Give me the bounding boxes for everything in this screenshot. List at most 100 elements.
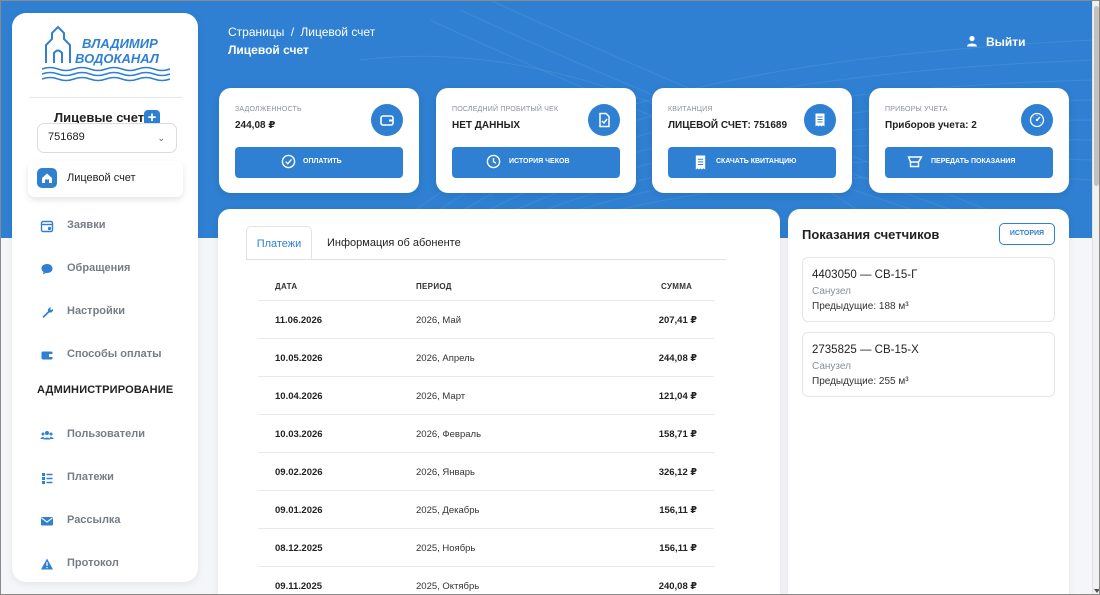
page-scrollbar[interactable] — [1092, 0, 1100, 595]
column-header-sum: СУММА — [661, 282, 693, 291]
cell-period: 2025, Ноябрь — [416, 543, 476, 554]
cell-date: 10.05.2026 — [275, 353, 323, 364]
sidebar-item-payments[interactable]: Платежи — [28, 463, 183, 493]
receipt-icon — [695, 155, 706, 170]
meter-previous: Предыдущие: 188 м³ — [812, 301, 909, 312]
download-receipt-label: СКАЧАТЬ КВИТАНЦИЮ — [716, 158, 797, 165]
page-title: Лицевой счет — [228, 43, 309, 57]
debt-card: ЗАДОЛЖЕННОСТЬ 244,08 ₽ ОПЛАТИТЬ — [219, 88, 419, 193]
breadcrumb: Страницы / Лицевой счет — [228, 25, 375, 39]
sidebar-item-label: Лицевой счет — [67, 172, 136, 184]
payments-panel: Платежи Информация об абоненте ДАТА ПЕРИ… — [218, 209, 780, 595]
cell-sum: 240,08 ₽ — [658, 581, 697, 592]
sidebar-item-label: Обращения — [67, 262, 131, 274]
cell-date: 09.01.2026 — [275, 505, 323, 516]
sidebar-item-mailing[interactable]: Рассылка — [28, 506, 183, 536]
meter-name: 2735825 — СВ-15-Х — [812, 344, 919, 356]
list-icon — [42, 473, 53, 484]
cell-sum: 156,11 ₽ — [659, 505, 697, 516]
card-value: 244,08 ₽ — [235, 120, 276, 131]
card-value: НЕТ ДАННЫХ — [452, 120, 521, 131]
check-history-label: ИСТОРИЯ ЧЕКОВ — [509, 158, 570, 165]
card-label: ПРИБОРЫ УЧЕТА — [885, 106, 948, 113]
table-row: 09.02.2026 2026, Январь 326,12 ₽ — [258, 453, 714, 491]
chevron-down-icon: ⌄ — [157, 133, 165, 143]
cell-date: 09.02.2026 — [275, 467, 323, 478]
chat-icon — [41, 264, 53, 275]
table-row: 09.01.2026 2025, Декабрь 156,11 ₽ — [258, 491, 714, 529]
cell-period: 2025, Декабрь — [416, 505, 480, 516]
sidebar-item-payment-methods[interactable]: Способы оплаты — [28, 340, 183, 370]
meter-name: 4403050 — СВ-15-Г — [812, 269, 918, 281]
receipt-card: КВИТАНЦИЯ ЛИЦЕВОЙ СЧЕТ: 751689 СКАЧАТЬ К… — [652, 88, 852, 193]
sidebar-item-users[interactable]: Пользователи — [28, 420, 183, 450]
readings-history-button[interactable]: ИСТОРИЯ — [999, 223, 1055, 245]
home-icon — [37, 168, 57, 188]
sidebar-item-label: Заявки — [67, 219, 106, 231]
column-header-date: ДАТА — [275, 282, 298, 291]
card-label: ПОСЛЕДНИЙ ПРОБИТЫЙ ЧЕК — [452, 106, 559, 113]
cell-date: 09.11.2025 — [275, 581, 323, 592]
sidebar-item-appeals[interactable]: Обращения — [28, 254, 183, 284]
receipt-icon — [804, 104, 836, 136]
scroll-down-arrow-icon[interactable] — [1094, 589, 1100, 593]
check-doc-icon — [588, 104, 620, 136]
check-circle-icon — [281, 154, 296, 169]
card-label: КВИТАНЦИЯ — [668, 106, 713, 113]
submit-readings-label: ПЕРЕДАТЬ ПОКАЗАНИЯ — [931, 158, 1016, 165]
breadcrumb-root[interactable]: Страницы — [228, 25, 284, 39]
wallet-icon — [371, 104, 403, 136]
sidebar-item-label: Платежи — [67, 471, 114, 483]
cell-period: 2026, Май — [416, 315, 462, 326]
cell-date: 10.04.2026 — [275, 391, 323, 402]
cell-sum: 326,12 ₽ — [658, 467, 697, 478]
table-row: 10.05.2026 2026, Апрель 244,08 ₽ — [258, 339, 714, 377]
meter-previous: Предыдущие: 255 м³ — [812, 376, 909, 387]
company-logo[interactable]: ВЛАДИМИР ВОДОКАНАЛ — [41, 23, 171, 83]
meter-card[interactable]: 2735825 — СВ-15-Х Санузел Предыдущие: 25… — [802, 332, 1055, 397]
cell-date: 10.03.2026 — [275, 429, 323, 440]
wrench-icon — [42, 307, 54, 318]
check-history-button[interactable]: ИСТОРИЯ ЧЕКОВ — [452, 147, 620, 178]
admin-section-title: АДМИНИСТРИРОВАНИЕ — [37, 384, 174, 396]
cell-sum: 244,08 ₽ — [658, 353, 697, 364]
cell-period: 2025, Октябрь — [416, 581, 480, 592]
account-select[interactable]: 751689 ⌄ — [37, 123, 177, 153]
pay-button[interactable]: ОПЛАТИТЬ — [235, 147, 403, 178]
tab-payments[interactable]: Платежи — [246, 226, 312, 260]
cell-sum: 158,71 ₽ — [658, 429, 697, 440]
card-value: Приборов учета: 2 — [885, 120, 977, 131]
calendar-icon — [40, 220, 54, 233]
meters-card: ПРИБОРЫ УЧЕТА Приборов учета: 2 ПЕРЕДАТЬ… — [869, 88, 1069, 193]
clock-icon — [486, 154, 501, 169]
scrollbar-thumb[interactable] — [1094, 6, 1099, 186]
sidebar-item-label: Способы оплаты — [67, 348, 162, 360]
last-check-card: ПОСЛЕДНИЙ ПРОБИТЫЙ ЧЕК НЕТ ДАННЫХ ИСТОРИ… — [436, 88, 636, 193]
cell-sum: 207,41 ₽ — [658, 315, 697, 326]
pay-button-label: ОПЛАТИТЬ — [303, 158, 342, 165]
mail-icon — [41, 517, 53, 526]
submit-readings-button[interactable]: ПЕРЕДАТЬ ПОКАЗАНИЯ — [885, 147, 1053, 178]
card-label: ЗАДОЛЖЕННОСТЬ — [235, 106, 302, 113]
cell-date: 11.06.2026 — [275, 315, 323, 326]
sidebar-item-settings[interactable]: Настройки — [28, 297, 183, 327]
sidebar-item-label: Протокол — [67, 557, 119, 569]
table-row: 11.06.2026 2026, Май 207,41 ₽ — [258, 301, 714, 339]
column-header-period: ПЕРИОД — [416, 282, 452, 291]
warning-icon — [41, 558, 53, 570]
tab-subscriber-info[interactable]: Информация об абоненте — [327, 237, 461, 249]
cell-date: 08.12.2025 — [275, 543, 323, 554]
sidebar-item-requests[interactable]: Заявки — [28, 211, 183, 241]
sidebar-item-protocol[interactable]: Протокол — [28, 549, 183, 579]
meter-location: Санузел — [812, 361, 851, 372]
sidebar-item-label: Пользователи — [67, 428, 146, 440]
breadcrumb-separator: / — [290, 25, 295, 39]
meter-readings-title: Показания счетчиков — [802, 227, 940, 242]
meter-card[interactable]: 4403050 — СВ-15-Г Санузел Предыдущие: 18… — [802, 257, 1055, 322]
sidebar-item-label: Рассылка — [67, 514, 121, 526]
cell-period: 2026, Январь — [416, 467, 475, 478]
account-select-value: 751689 — [48, 131, 85, 143]
download-receipt-button[interactable]: СКАЧАТЬ КВИТАНЦИЮ — [668, 147, 836, 178]
table-row: 10.03.2026 2026, Февраль 158,71 ₽ — [258, 415, 714, 453]
sidebar-item-account[interactable]: Лицевой счет — [28, 161, 183, 197]
